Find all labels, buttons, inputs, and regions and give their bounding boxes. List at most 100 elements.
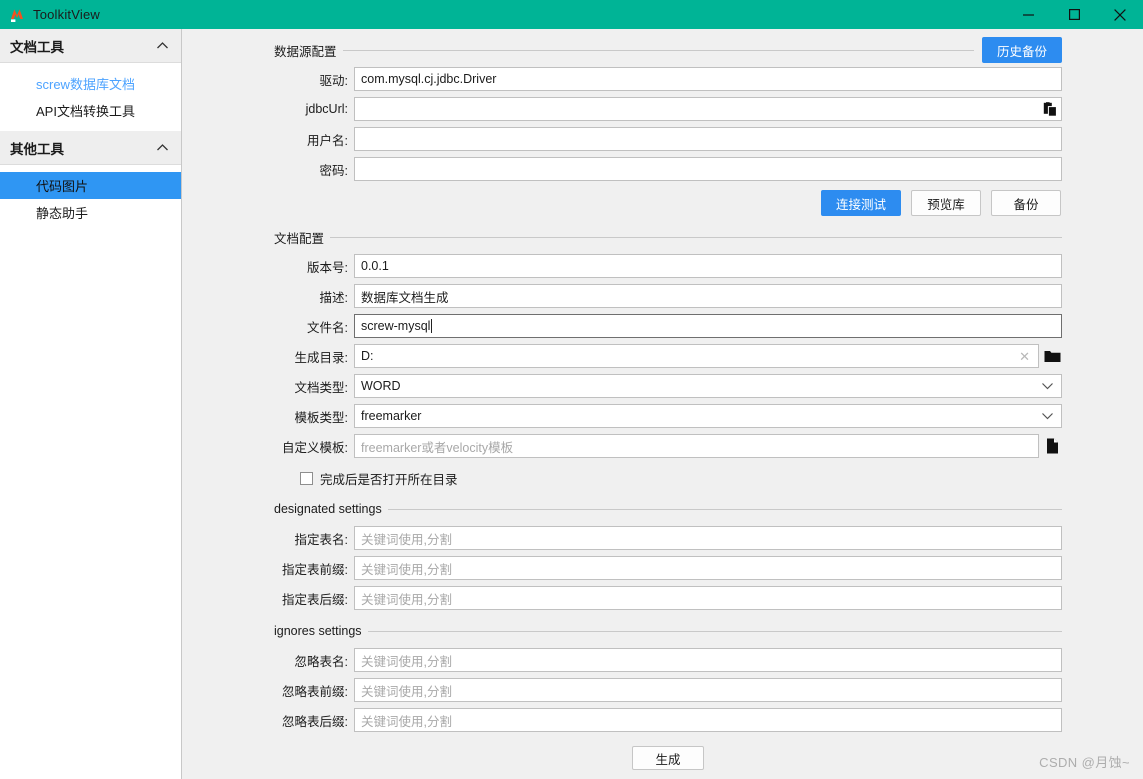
sidebar-spacing [0,165,181,172]
jdbcurl-row: jdbcUrl: [274,97,1062,121]
username-field-wrap [354,127,1062,151]
designated-table-name-row: 指定表名: 关键词使用,分割 [274,526,1062,550]
generate-row: 生成 [274,746,1062,770]
filename-label: 文件名: [274,317,354,336]
designated-table-suffix-field-wrap: 关键词使用,分割 [354,586,1062,610]
sidebar-item-label: screw数据库文档 [36,74,135,93]
history-backup-button[interactable]: 历史备份 [982,37,1062,63]
docconfig-group-header: 文档配置 [274,226,1062,248]
sidebar-item-screw-db-doc[interactable]: screw数据库文档 [0,70,181,97]
version-field-wrap: 0.0.1 [354,254,1062,278]
driver-input[interactable]: com.mysql.cj.jdbc.Driver [354,67,1062,91]
ignore-table-name-label: 忽略表名: [274,651,354,670]
placeholder-text: 关键词使用,分割 [361,711,452,730]
minimize-icon[interactable] [1005,0,1051,29]
sidebar-group-doc-tools[interactable]: 文档工具 [0,29,181,63]
application-window: ToolkitView 文档工具 screw数据库文档 [0,0,1143,779]
description-field-wrap: 数据库文档生成 [354,284,1062,308]
clipboard-paste-icon[interactable] [1043,97,1058,121]
output-dir-label: 生成目录: [274,347,354,366]
open-dir-checkbox-row[interactable]: 完成后是否打开所在目录 [274,469,1062,488]
ignore-table-name-field-wrap: 关键词使用,分割 [354,648,1062,672]
maximize-icon[interactable] [1051,0,1097,29]
jdbcurl-input[interactable] [354,97,1062,121]
preview-database-button[interactable]: 预览库 [911,190,981,216]
version-label: 版本号: [274,257,354,276]
custom-template-field-wrap: freemarker或者velocity模板 [354,434,1062,458]
designated-table-prefix-input[interactable]: 关键词使用,分割 [354,556,1062,580]
sidebar-group-other-tools[interactable]: 其他工具 [0,131,181,165]
description-input[interactable]: 数据库文档生成 [354,284,1062,308]
sidebar-group-label: 其他工具 [10,138,64,158]
group-label: ignores settings [274,624,368,638]
folder-icon[interactable] [1042,344,1062,368]
jdbcurl-field-wrap [354,97,1062,121]
backup-button[interactable]: 备份 [991,190,1061,216]
section-gap [274,610,1062,620]
generate-button[interactable]: 生成 [632,746,704,770]
designated-table-name-input[interactable]: 关键词使用,分割 [354,526,1062,550]
filename-value: screw-mysql [361,319,430,333]
template-type-row: 模板类型: freemarker [274,404,1062,428]
connection-test-button[interactable]: 连接测试 [821,190,901,216]
username-input[interactable] [354,127,1062,151]
username-row: 用户名: [274,127,1062,151]
filename-row: 文件名: screw-mysql [274,314,1062,338]
custom-template-label: 自定义模板: [274,437,354,456]
description-label: 描述: [274,287,354,306]
sidebar-spacing [0,124,181,131]
datasource-action-buttons: 连接测试 预览库 备份 [274,190,1062,216]
ignore-table-prefix-row: 忽略表前缀: 关键词使用,分割 [274,678,1062,702]
password-row: 密码: [274,157,1062,181]
designated-table-prefix-field-wrap: 关键词使用,分割 [354,556,1062,580]
designated-table-prefix-label: 指定表前缀: [274,559,354,578]
open-dir-checkbox[interactable] [300,472,313,485]
form-content: 数据源配置 历史备份 驱动: com.mysql.cj.jdbc.Driver … [274,39,1062,770]
designated-table-name-label: 指定表名: [274,529,354,548]
app-logo-icon [8,6,26,24]
template-type-select[interactable]: freemarker [354,404,1062,428]
custom-template-input[interactable]: freemarker或者velocity模板 [354,434,1039,458]
window-title: ToolkitView [33,7,100,22]
clear-x-icon[interactable]: ✕ [1019,350,1032,363]
section-gap [274,488,1062,498]
close-icon[interactable] [1097,0,1143,29]
sidebar-item-code-image[interactable]: 代码图片 [0,172,181,199]
placeholder-text: 关键词使用,分割 [361,559,452,578]
ignore-table-suffix-input[interactable]: 关键词使用,分割 [354,708,1062,732]
version-row: 版本号: 0.0.1 [274,254,1062,278]
template-type-label: 模板类型: [274,407,354,426]
window-body: 文档工具 screw数据库文档 API文档转换工具 其他工具 代 [0,29,1143,779]
sidebar-item-label: API文档转换工具 [36,101,135,120]
driver-field-wrap: com.mysql.cj.jdbc.Driver [354,67,1062,91]
password-label: 密码: [274,160,354,179]
sidebar-item-label: 静态助手 [36,203,88,222]
doc-type-select[interactable]: WORD [354,374,1062,398]
file-icon[interactable] [1042,434,1062,458]
group-label: 数据源配置 [274,41,343,60]
doc-type-field-wrap: WORD [354,374,1062,398]
sidebar-item-static-assistant[interactable]: 静态助手 [0,199,181,226]
designated-table-name-field-wrap: 关键词使用,分割 [354,526,1062,550]
group-divider [388,509,1062,510]
sidebar-item-api-doc-converter[interactable]: API文档转换工具 [0,97,181,124]
output-dir-input[interactable]: D:✕ [354,344,1039,368]
custom-template-placeholder: freemarker或者velocity模板 [361,437,513,456]
designated-group-header: designated settings [274,498,1062,520]
ignore-table-prefix-field-wrap: 关键词使用,分割 [354,678,1062,702]
group-divider [368,631,1062,632]
designated-table-suffix-input[interactable]: 关键词使用,分割 [354,586,1062,610]
datasource-group-header: 数据源配置 历史备份 [274,39,1062,61]
username-label: 用户名: [274,130,354,149]
ignore-table-name-input[interactable]: 关键词使用,分割 [354,648,1062,672]
ignore-table-prefix-input[interactable]: 关键词使用,分割 [354,678,1062,702]
title-bar: ToolkitView [0,0,1143,29]
template-type-field-wrap: freemarker [354,404,1062,428]
filename-input[interactable]: screw-mysql [354,314,1062,338]
placeholder-text: 关键词使用,分割 [361,589,452,608]
version-input[interactable]: 0.0.1 [354,254,1062,278]
ignores-group-header: ignores settings [274,620,1062,642]
ignore-table-suffix-row: 忽略表后缀: 关键词使用,分割 [274,708,1062,732]
chevron-up-icon [156,143,169,152]
password-input[interactable] [354,157,1062,181]
